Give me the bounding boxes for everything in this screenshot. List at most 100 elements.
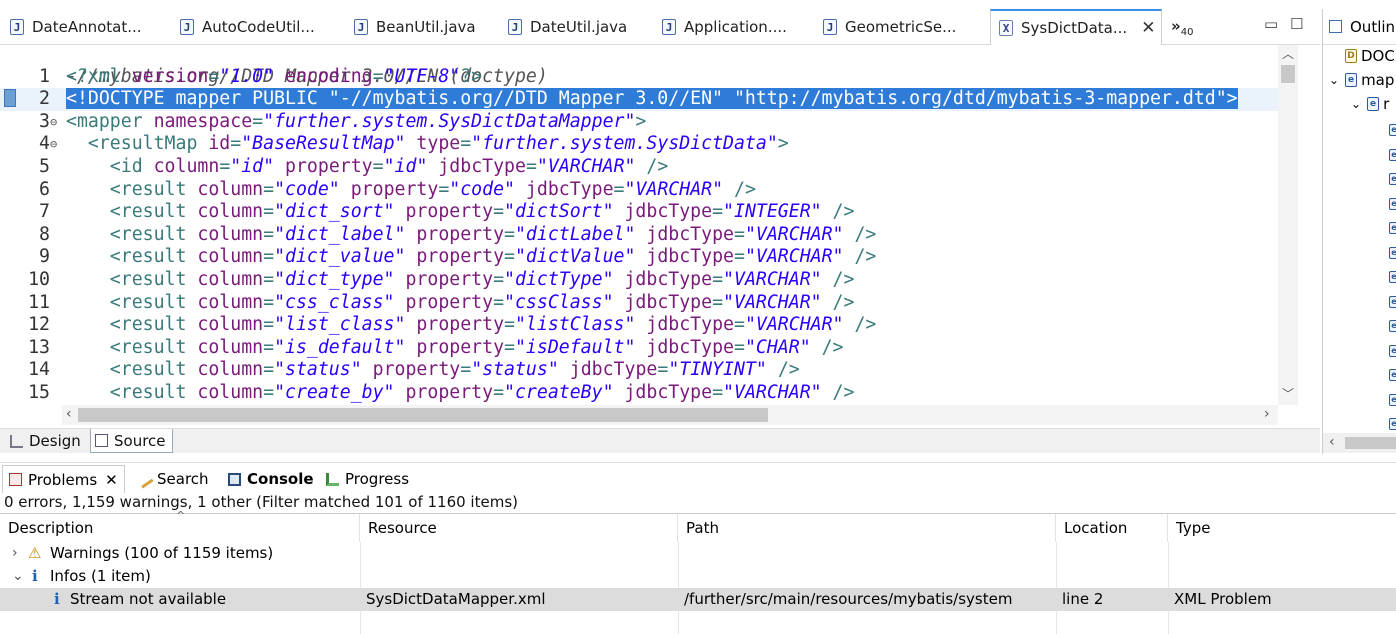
code-line[interactable]: 1 <?xml version="1.0" encoding="UTF-8"?> bbox=[0, 66, 1280, 89]
tab-source[interactable]: Source bbox=[90, 429, 173, 453]
code-line[interactable]: 14 <result column="status" property="sta… bbox=[0, 359, 1280, 382]
tab-label: Source bbox=[114, 431, 166, 450]
code-line[interactable]: 5 <id column="id" property="id" jdbcType… bbox=[0, 156, 1280, 179]
table-row-infos[interactable]: ⌄ i Infos (1 item) bbox=[0, 565, 1396, 588]
tab-beanutil[interactable]: J BeanUtil.java bbox=[354, 9, 476, 45]
scroll-left-icon[interactable]: ‹ bbox=[1329, 434, 1335, 450]
element-icon[interactable]: e bbox=[1389, 173, 1396, 185]
tab-console[interactable]: Console bbox=[228, 465, 314, 493]
tab-overflow-button[interactable]: »40 bbox=[1171, 17, 1193, 38]
scroll-thumb[interactable] bbox=[1345, 437, 1396, 449]
minimize-icon[interactable]: ▭ bbox=[1264, 15, 1278, 33]
code-token: property bbox=[405, 336, 505, 358]
code-token: "createBy" bbox=[504, 382, 614, 403]
code-token: = bbox=[493, 269, 505, 290]
code-token: "isDefault" bbox=[514, 336, 636, 358]
table-row-problem[interactable]: i Stream not available SysDictDataMapper… bbox=[0, 588, 1396, 611]
scroll-down-icon[interactable]: ﹀ bbox=[1282, 385, 1294, 402]
tab-progress[interactable]: Progress bbox=[326, 465, 409, 493]
tab-design[interactable]: Design bbox=[10, 429, 81, 453]
code-line[interactable]: 15 <result column="create_by" property="… bbox=[0, 382, 1280, 405]
code-line[interactable]: 11 <result column="css_class" property="… bbox=[0, 292, 1280, 315]
element-icon[interactable]: e bbox=[1389, 393, 1396, 406]
row-description: Infos (1 item) bbox=[50, 567, 151, 585]
outline-horizontal-scrollbar[interactable]: ‹ bbox=[1323, 433, 1396, 453]
tab-label: Problems bbox=[28, 470, 98, 489]
info-icon: i bbox=[54, 590, 60, 608]
code-token: /> bbox=[843, 246, 877, 268]
fold-toggle-icon[interactable]: ⊖ bbox=[50, 133, 57, 156]
outline-item-resultmap[interactable]: ⌄ e r bbox=[1351, 95, 1389, 113]
fold-toggle-icon[interactable]: ⊖ bbox=[50, 111, 57, 134]
code-text: <result column="create_by" property="cre… bbox=[66, 382, 855, 405]
close-icon[interactable]: ✕ bbox=[1141, 18, 1155, 38]
code-line[interactable]: 10 <result column="dict_type" property="… bbox=[0, 269, 1280, 292]
tab-autocodeutil[interactable]: J AutoCodeUtil... bbox=[180, 9, 315, 45]
outline-item-mapper[interactable]: ⌄ e map bbox=[1329, 71, 1394, 89]
tab-search[interactable]: Search bbox=[135, 465, 209, 493]
column-header-description[interactable]: Description ^ bbox=[0, 509, 360, 542]
scroll-left-icon[interactable]: ‹ bbox=[66, 406, 72, 422]
code-line[interactable]: 3 ⊖ <mapper namespace="further.system.SysD… bbox=[0, 111, 1280, 134]
element-icon[interactable]: e bbox=[1389, 295, 1396, 308]
element-icon[interactable]: e bbox=[1389, 124, 1396, 136]
editor-horizontal-scrollbar[interactable]: ‹ › bbox=[62, 405, 1278, 425]
element-icon[interactable]: e bbox=[1389, 320, 1396, 332]
scroll-right-icon[interactable]: › bbox=[1264, 406, 1270, 422]
code-text: <result column="list_class" property="li… bbox=[66, 314, 877, 337]
column-header-type[interactable]: Type bbox=[1168, 514, 1396, 542]
maximize-icon[interactable]: ☐ bbox=[1290, 15, 1303, 33]
xml-editor[interactable]: -//mybatis.org//DTD Mapper 3.0//EN (doct… bbox=[0, 45, 1299, 405]
code-line[interactable]: 2 <!DOCTYPE mapper PUBLIC "-//mybatis.org… bbox=[0, 88, 1280, 111]
scroll-thumb[interactable] bbox=[78, 408, 768, 422]
chevron-down-icon: ⌄ bbox=[1329, 73, 1340, 87]
element-icon[interactable]: e bbox=[1389, 271, 1396, 283]
code-token: jdbcType bbox=[613, 382, 713, 403]
overflow-count: 40 bbox=[1180, 27, 1194, 38]
column-header-location[interactable]: Location bbox=[1056, 514, 1168, 542]
tab-geometricse[interactable]: J GeometricSe... bbox=[823, 9, 956, 45]
element-icon[interactable]: e bbox=[1389, 418, 1396, 430]
outline-view: Outlin D DOC ⌄ e map ⌄ e r eeeeeeeeeeeee… bbox=[1322, 9, 1396, 454]
code-token: "CHAR" bbox=[744, 336, 811, 358]
code-line[interactable]: 9 <result column="dict_value" property="… bbox=[0, 246, 1280, 269]
code-line[interactable]: 8 <result column="dict_label" property="… bbox=[0, 224, 1280, 247]
element-icon[interactable]: e bbox=[1389, 369, 1396, 381]
column-header-resource[interactable]: Resource bbox=[360, 514, 678, 542]
tab-problems[interactable]: Problems ✕ bbox=[2, 465, 125, 493]
element-icon[interactable]: e bbox=[1389, 246, 1396, 259]
element-icon[interactable]: e bbox=[1389, 197, 1396, 210]
tab-dateannotat[interactable]: J DateAnnotat... bbox=[10, 9, 142, 45]
code-token: "VARCHAR" bbox=[744, 246, 844, 268]
code-token: jdbcType bbox=[613, 291, 713, 313]
element-icon: e bbox=[1367, 97, 1380, 111]
element-icon[interactable]: e bbox=[1389, 222, 1396, 234]
code-token: jdbcType bbox=[427, 156, 526, 177]
code-token: "VARCHAR" bbox=[723, 291, 822, 313]
code-token: "VARCHAR" bbox=[723, 382, 822, 403]
element-icon[interactable]: e bbox=[1389, 344, 1396, 357]
table-row-warnings[interactable]: › ⚠ Warnings (100 of 1159 items) bbox=[0, 542, 1396, 565]
chevron-down-icon[interactable]: ⌄ bbox=[4, 565, 24, 588]
code-token: version bbox=[131, 65, 209, 87]
tab-dateutil[interactable]: J DateUtil.java bbox=[508, 9, 627, 45]
tab-sysdictdata[interactable]: X SysDictData... ✕ bbox=[990, 9, 1162, 45]
outline-item-doctype[interactable]: D DOC bbox=[1345, 47, 1395, 65]
editor-vertical-scrollbar[interactable]: ︿ ﹀ bbox=[1278, 45, 1298, 405]
tab-label: Application.... bbox=[684, 18, 787, 36]
code-token: "id" bbox=[383, 156, 428, 177]
code-line[interactable]: 7 <result column="dict_sort" property="d… bbox=[0, 201, 1280, 224]
scroll-thumb[interactable] bbox=[1281, 65, 1295, 83]
scroll-up-icon[interactable]: ︿ bbox=[1282, 45, 1294, 62]
code-line[interactable]: 4 ⊖ <resultMap id="BaseResultMap" type="f… bbox=[0, 133, 1280, 156]
code-line[interactable]: 12 <result column="list_class" property=… bbox=[0, 314, 1280, 337]
element-icon[interactable]: e bbox=[1389, 148, 1396, 161]
outline-header[interactable]: Outlin bbox=[1323, 9, 1396, 45]
code-line[interactable]: 13 <result column="is_default" property=… bbox=[0, 337, 1280, 360]
code-line[interactable]: 6 <result column="code" property="code" … bbox=[0, 179, 1280, 202]
doctype-hint-line: -//mybatis.org//DTD Mapper 3.0//EN (doct… bbox=[0, 45, 1280, 87]
close-icon[interactable]: ✕ bbox=[105, 471, 118, 489]
tab-application[interactable]: J Application.... bbox=[662, 9, 787, 45]
chevron-right-icon[interactable]: › bbox=[4, 542, 18, 565]
column-header-path[interactable]: Path bbox=[678, 514, 1056, 542]
